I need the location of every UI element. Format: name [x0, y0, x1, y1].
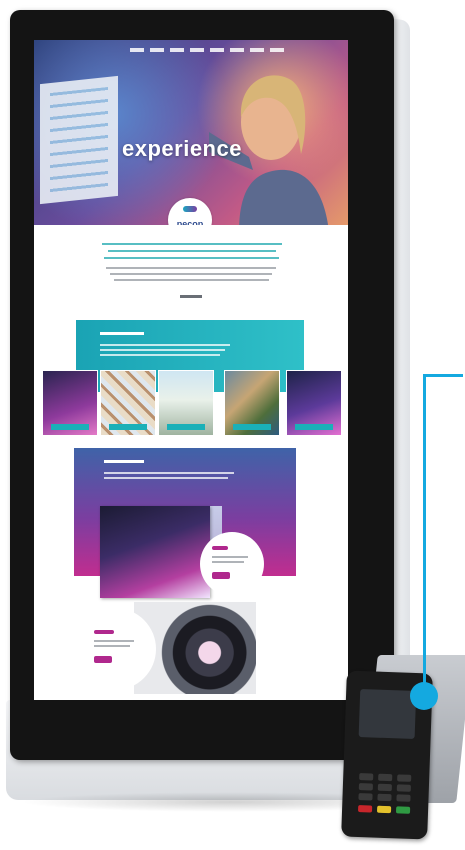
intro-text-line: [106, 267, 276, 269]
keypad-key[interactable]: [377, 783, 392, 792]
purple-section-text: [104, 477, 228, 479]
intro-heading-line: [108, 250, 276, 252]
callout-dot-icon: [410, 682, 438, 710]
camera-info-card: [74, 608, 156, 690]
teal-section-heading: [100, 332, 144, 335]
keypad-key[interactable]: [396, 794, 411, 802]
hero-banner: experience pecop: [34, 40, 348, 225]
teal-section-text: [100, 354, 220, 356]
terminal-screen: [358, 689, 417, 739]
event-info-text: [212, 561, 244, 563]
hero-title: experience: [122, 136, 242, 161]
event-photo: [100, 506, 210, 598]
event-info-text: [212, 556, 248, 558]
keypad-cancel-key[interactable]: [357, 805, 373, 813]
thumbnail[interactable]: [224, 370, 280, 436]
thumbnail[interactable]: [100, 370, 156, 436]
keypad-key[interactable]: [358, 783, 373, 791]
keypad-key[interactable]: [378, 773, 393, 782]
teal-section-text: [100, 349, 225, 351]
thumbnail-caption: [295, 424, 333, 430]
thumbnail[interactable]: [158, 370, 214, 436]
intro-heading-line: [102, 243, 282, 245]
keypad-key[interactable]: [358, 793, 373, 801]
thumbnail[interactable]: [42, 370, 98, 436]
logo-text: pecop: [176, 219, 204, 225]
intro-heading-line: [104, 257, 279, 259]
thumbnail-caption: [109, 424, 147, 430]
intro-text-line: [114, 279, 269, 281]
intro-text-line: [110, 273, 272, 275]
event-info-heading: [212, 546, 228, 550]
thumbnail-caption: [51, 424, 89, 430]
thumbnail-row: [42, 370, 342, 436]
keypad-clear-key[interactable]: [376, 805, 392, 814]
camera-info-text: [94, 640, 134, 642]
keypad-key[interactable]: [397, 774, 412, 782]
keypad-ok-key[interactable]: [395, 806, 411, 814]
logo-mark: [183, 206, 197, 212]
callout-line: [423, 374, 463, 377]
thumbnail-caption: [233, 424, 271, 430]
callout-line: [423, 374, 426, 692]
hero-navigation[interactable]: [130, 48, 290, 52]
event-info-button[interactable]: [212, 572, 230, 579]
thumbnail-caption: [167, 424, 205, 430]
kiosk-screen: experience pecop: [34, 40, 348, 700]
thumbnail[interactable]: [286, 370, 342, 436]
camera-info-text: [94, 645, 130, 647]
keypad-key[interactable]: [396, 784, 411, 792]
camera-info-heading: [94, 630, 114, 634]
purple-section-text: [104, 472, 234, 474]
keypad-key[interactable]: [359, 773, 374, 781]
terminal-keypad[interactable]: [357, 773, 414, 823]
purple-section-heading: [104, 460, 144, 463]
hero-touchscreen-image: [40, 75, 118, 205]
event-info-card: [200, 532, 264, 596]
camera-info-button[interactable]: [94, 656, 112, 663]
keypad-key[interactable]: [377, 793, 392, 802]
pecop-logo-icon[interactable]: pecop: [168, 198, 212, 225]
teal-section-text: [100, 344, 230, 346]
intro-read-more-link[interactable]: [180, 295, 202, 298]
